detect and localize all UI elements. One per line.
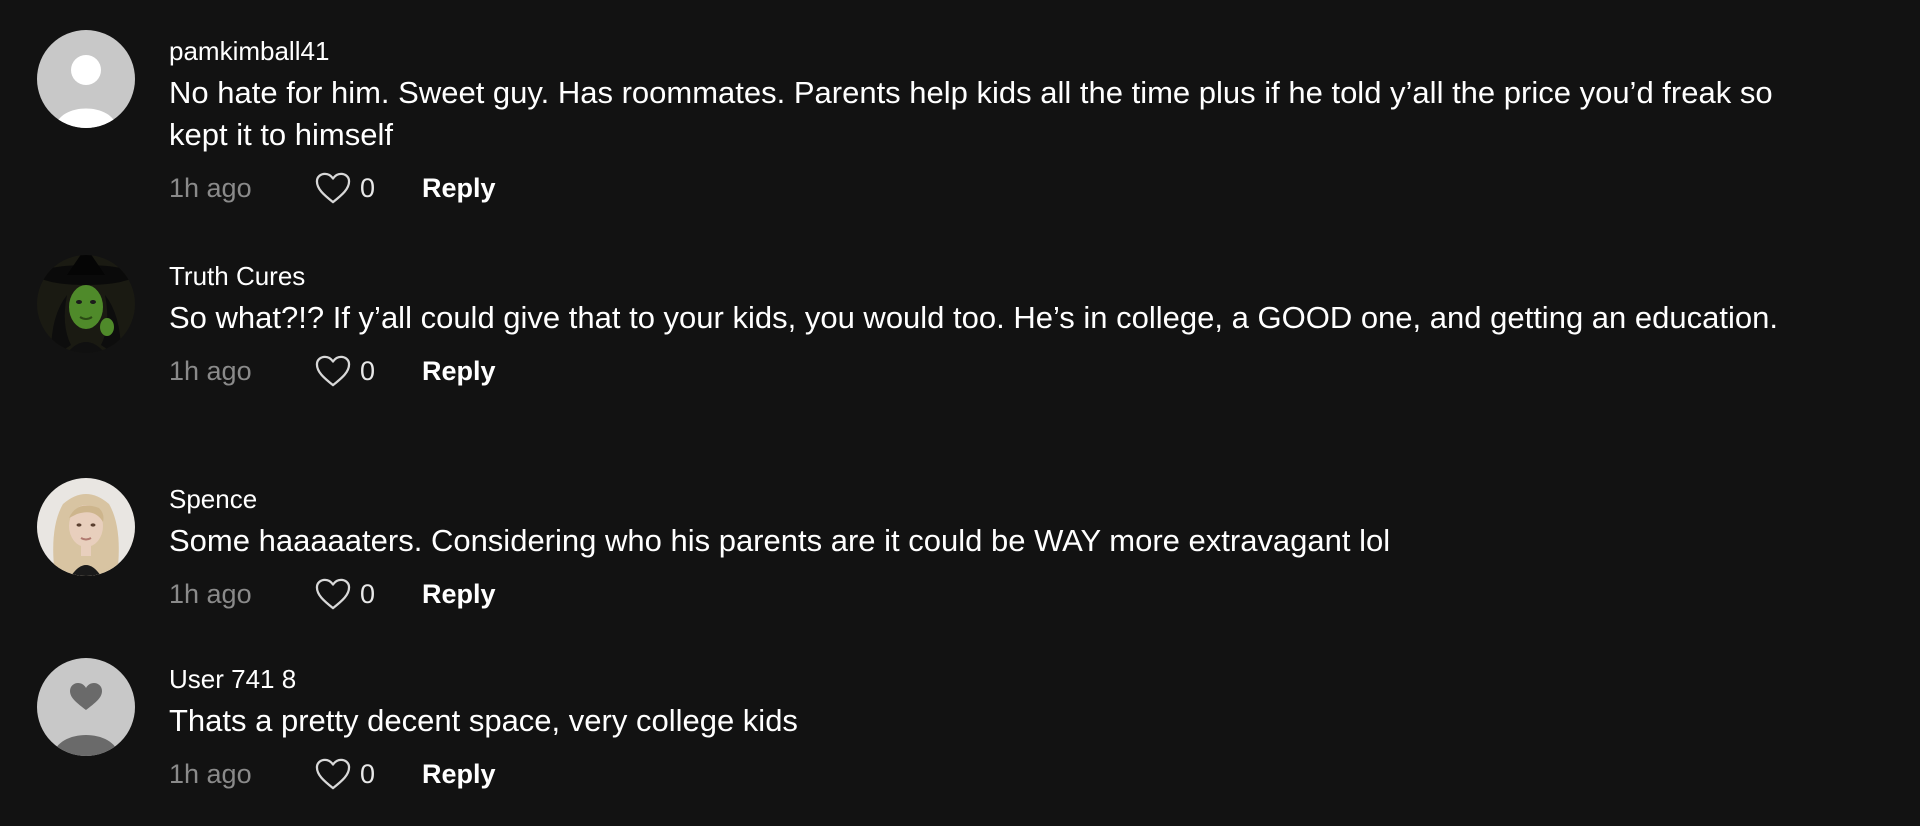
like-count: 0: [360, 758, 376, 789]
heart-outline-icon: [315, 578, 351, 610]
reply-button[interactable]: Reply: [422, 759, 496, 790]
comment-list: pamkimball41 No hate for him. Sweet guy.…: [0, 0, 1920, 826]
heart-outline-icon: [315, 758, 351, 790]
default-user-avatar-icon[interactable]: [37, 30, 135, 128]
reply-button[interactable]: Reply: [422, 579, 496, 610]
witch-avatar-icon[interactable]: [37, 255, 135, 353]
like-count: 0: [360, 355, 376, 386]
comment-username[interactable]: Truth Cures: [169, 261, 1840, 291]
comment-body: Truth Cures So what?!? If y’all could gi…: [169, 261, 1840, 391]
like-button[interactable]: 0: [314, 757, 422, 791]
comment-body: pamkimball41 No hate for him. Sweet guy.…: [169, 36, 1840, 208]
like-count: 0: [360, 578, 376, 609]
comment-username[interactable]: pamkimball41: [169, 36, 1840, 66]
comment-text: Some haaaaaters. Considering who his par…: [169, 523, 1391, 558]
heart-user-avatar-icon[interactable]: [37, 658, 135, 756]
heart-outline-icon: [315, 172, 351, 204]
like-button[interactable]: 0: [314, 577, 422, 611]
like-button[interactable]: 0: [314, 354, 422, 388]
like-count: 0: [360, 172, 376, 203]
comment-meta: 1h ago 0 Reply: [169, 168, 1840, 208]
comment-time: 1h ago: [169, 578, 252, 609]
heart-outline-icon: [315, 355, 351, 387]
comment-username[interactable]: Spence: [169, 484, 1840, 514]
comment-body: Spence Some haaaaaters. Considering who …: [169, 484, 1840, 614]
reply-button[interactable]: Reply: [422, 356, 496, 387]
comment-text: So what?!? If y’all could give that to y…: [169, 300, 1778, 335]
comment-text: No hate for him. Sweet guy. Has roommate…: [169, 75, 1773, 152]
comment-time: 1h ago: [169, 355, 252, 386]
comment-meta: 1h ago 0 Reply: [169, 351, 1840, 391]
comment-body: User 741 8 Thats a pretty decent space, …: [169, 664, 1840, 794]
comment-username[interactable]: User 741 8: [169, 664, 1840, 694]
like-button[interactable]: 0: [314, 171, 422, 205]
comment-text: Thats a pretty decent space, very colleg…: [169, 703, 798, 738]
comment-meta: 1h ago 0 Reply: [169, 574, 1840, 614]
comment-time: 1h ago: [169, 172, 252, 203]
comment-meta: 1h ago 0 Reply: [169, 754, 1840, 794]
reply-button[interactable]: Reply: [422, 173, 496, 204]
comment-time: 1h ago: [169, 758, 252, 789]
blonde-woman-avatar-icon[interactable]: [37, 478, 135, 576]
